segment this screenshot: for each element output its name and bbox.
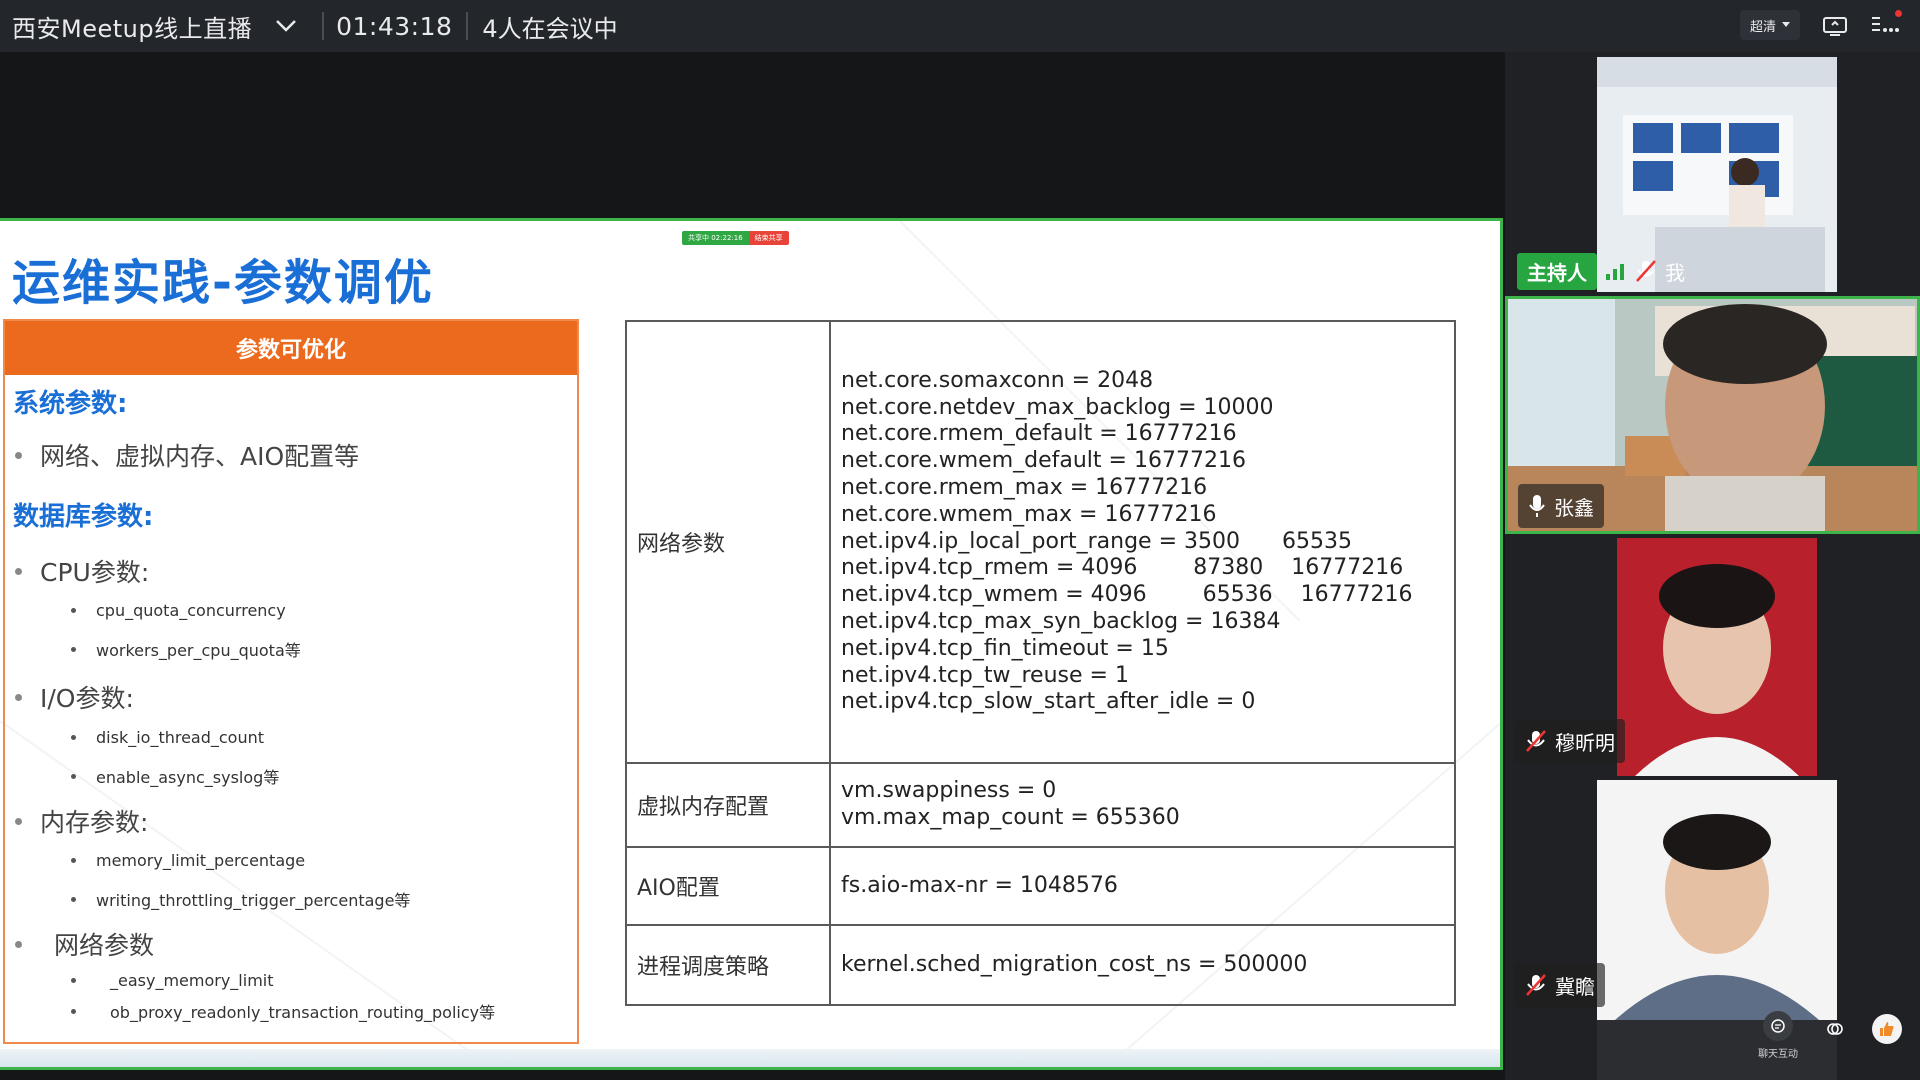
table-row: 网络参数 net.core.somaxconn = 2048 net.core.… <box>625 320 1456 764</box>
divider <box>466 12 469 40</box>
list-item: enable_async_syslog等 <box>71 764 279 788</box>
slide-footer-band <box>0 1049 1500 1067</box>
share-status-text: 共享中 02:22:16 <box>682 231 749 245</box>
chat-interaction-button[interactable]: 聊天互动 <box>1758 1011 1798 1060</box>
table-key-cell: 进程调度策略 <box>625 924 831 1006</box>
microphone-muted-icon[interactable] <box>1525 729 1547 753</box>
signal-strength-icon <box>1606 264 1624 280</box>
like-button[interactable] <box>1872 1014 1902 1044</box>
mem-params-title: 内存参数: <box>15 803 148 839</box>
topbar-actions: 超清 <box>1739 10 1902 40</box>
notification-dot <box>1895 10 1902 17</box>
db-params-title: 数据库参数: <box>13 502 154 532</box>
stop-share-button[interactable]: 结束共享 <box>748 231 789 245</box>
caret-down-icon <box>1782 22 1790 27</box>
list-item: writing_throttling_trigger_percentage等 <box>71 887 410 911</box>
slide-title: 运维实践-参数调优 <box>12 255 434 311</box>
quality-dropdown[interactable]: 超清 <box>1739 10 1800 40</box>
list-item: memory_limit_percentage <box>71 851 305 870</box>
microphone-muted-icon[interactable] <box>1525 973 1547 997</box>
participant-name: 我 <box>1665 260 1685 285</box>
participant-tile-jizhan[interactable]: 冀瞻 聊天互动 <box>1505 780 1920 1080</box>
chat-toolbar: 聊天互动 <box>1758 1011 1902 1060</box>
thumbs-up-icon <box>1872 1014 1902 1044</box>
link-button[interactable] <box>1820 1014 1850 1044</box>
more-menu-icon[interactable] <box>1870 10 1902 40</box>
list-item: workers_per_cpu_quota等 <box>71 637 301 661</box>
chat-label: 聊天互动 <box>1758 1049 1798 1060</box>
meeting-topbar: 西安Meetup线上直播 01:43:18 4人在会议中 超清 <box>0 0 1920 52</box>
table-key-cell: 网络参数 <box>625 320 831 764</box>
list-item: ob_proxy_readonly_transaction_routing_po… <box>71 999 495 1023</box>
quality-label: 超清 <box>1749 19 1776 35</box>
table-row: 虚拟内存配置 vm.swappiness = 0 vm.max_map_coun… <box>625 762 1456 848</box>
participant-name: 穆昕明 <box>1555 730 1615 755</box>
table-value-cell: net.core.somaxconn = 2048 net.core.netde… <box>829 320 1456 764</box>
params-table: 网络参数 net.core.somaxconn = 2048 net.core.… <box>625 320 1456 1006</box>
shared-screen-area: 共享中 02:22:16 结束共享 运维实践-参数调优 参数可优化 系统参数: … <box>0 52 1505 1080</box>
list-item: cpu_quota_concurrency <box>71 601 286 620</box>
list-item: disk_io_thread_count <box>71 728 264 747</box>
participant-name: 张鑫 <box>1554 495 1594 520</box>
chat-icon <box>1763 1011 1793 1041</box>
list-item: _easy_memory_limit <box>71 971 274 990</box>
meeting-timer: 01:43:18 <box>336 11 453 41</box>
table-row: 进程调度策略 kernel.sched_migration_cost_ns = … <box>625 924 1456 1006</box>
table-value-cell: vm.swappiness = 0 vm.max_map_count = 655… <box>829 762 1456 848</box>
link-icon <box>1820 1014 1850 1044</box>
meeting-title[interactable]: 西安Meetup线上直播 <box>12 9 252 44</box>
participant-tile-me[interactable]: 主持人 我 <box>1505 57 1920 292</box>
tunable-params-box: 参数可优化 系统参数: 网络、虚拟内存、AIO配置等 数据库参数: CPU参数:… <box>3 319 579 1044</box>
system-params-item: 网络、虚拟内存、AIO配置等 <box>15 437 359 473</box>
microphone-muted-icon[interactable] <box>1635 259 1657 283</box>
share-status-badge[interactable]: 共享中 02:22:16 结束共享 <box>682 231 789 245</box>
table-value-cell: fs.aio-max-nr = 1048576 <box>829 846 1456 926</box>
io-params-title: I/O参数: <box>15 679 134 715</box>
table-key-cell: 虚拟内存配置 <box>625 762 831 848</box>
chevron-down-icon[interactable] <box>272 12 300 40</box>
participant-tile-zhangxin[interactable]: 张鑫 <box>1505 296 1920 534</box>
cpu-params-title: CPU参数: <box>15 553 149 589</box>
net-params-title: 网络参数 <box>15 926 154 962</box>
divider <box>322 12 325 40</box>
tile-label: 穆昕明 <box>1515 719 1625 763</box>
microphone-icon[interactable] <box>1528 494 1546 518</box>
participant-tile-muxinming[interactable]: 穆昕明 <box>1505 538 1920 776</box>
table-key-cell: AIO配置 <box>625 846 831 926</box>
tunable-params-header: 参数可优化 <box>5 321 577 375</box>
system-params-title: 系统参数: <box>13 389 128 419</box>
tile-label: 张鑫 <box>1518 484 1604 528</box>
table-value-cell: kernel.sched_migration_cost_ns = 500000 <box>829 924 1456 1006</box>
presentation-slide: 共享中 02:22:16 结束共享 运维实践-参数调优 参数可优化 系统参数: … <box>0 218 1503 1070</box>
table-row: AIO配置 fs.aio-max-nr = 1048576 <box>625 846 1456 926</box>
tile-label: 冀瞻 <box>1515 963 1605 1007</box>
participant-name: 冀瞻 <box>1555 974 1595 999</box>
participant-panel: 主持人 我 张鑫 穆昕明 冀瞻 聊天互动 <box>1505 52 1920 1080</box>
screen-share-icon[interactable] <box>1820 10 1850 40</box>
participant-count[interactable]: 4人在会议中 <box>482 9 617 44</box>
host-tag: 主持人 <box>1517 252 1597 290</box>
tile-label: 主持人 我 <box>1517 249 1685 292</box>
